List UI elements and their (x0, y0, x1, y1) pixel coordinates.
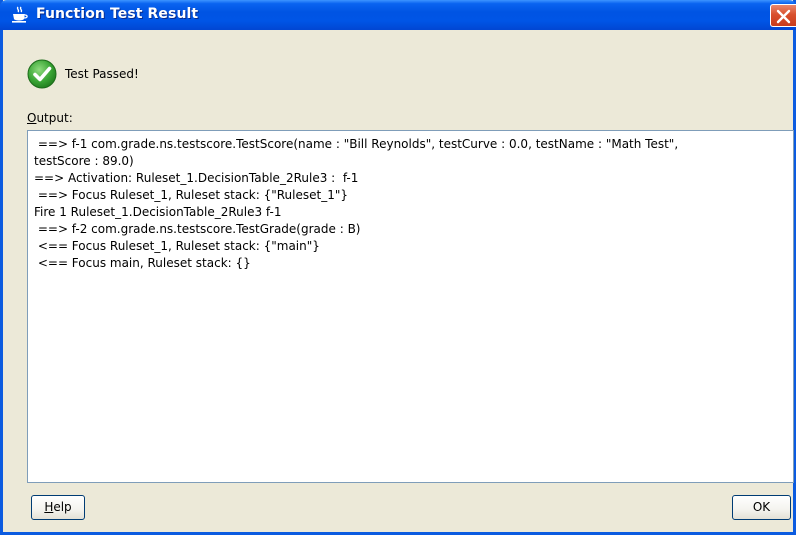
close-button[interactable] (770, 4, 796, 27)
status-message: Test Passed! (65, 67, 139, 81)
output-line: <== Focus main, Ruleset stack: {} (34, 256, 251, 270)
ok-button-label: OK (752, 500, 771, 514)
output-label: Output: (27, 111, 73, 125)
output-text-area[interactable]: ==> f-1 com.grade.ns.testscore.TestScore… (27, 130, 794, 483)
output-line: ==> f-1 com.grade.ns.testscore.TestScore… (34, 137, 679, 151)
output-label-rest: utput: (36, 111, 73, 125)
title-bar[interactable]: Function Test Result (0, 0, 796, 30)
help-button[interactable]: Help (31, 495, 85, 520)
close-icon (776, 9, 791, 24)
output-line: Fire 1 Ruleset_1.DecisionTable_2Rule3 f-… (34, 205, 282, 219)
output-line: <== Focus Ruleset_1, Ruleset stack: {"ma… (34, 239, 320, 253)
output-line: ==> Focus Ruleset_1, Ruleset stack: {"Ru… (34, 188, 349, 202)
help-button-label: elp (53, 500, 72, 514)
output-line: testScore : 89.0) (34, 154, 134, 168)
ok-button[interactable]: OK (732, 495, 791, 520)
help-button-mnemonic: H (44, 500, 54, 514)
output-line: ==> f-2 com.grade.ns.testscore.TestGrade… (34, 222, 361, 236)
function-test-result-dialog: Function Test Result Test Passed! Output… (0, 0, 796, 535)
output-line: ==> Activation: Ruleset_1.DecisionTable_… (34, 171, 359, 185)
check-circle-icon (27, 59, 57, 89)
window-title: Function Test Result (36, 6, 199, 22)
java-cup-icon (10, 6, 30, 24)
